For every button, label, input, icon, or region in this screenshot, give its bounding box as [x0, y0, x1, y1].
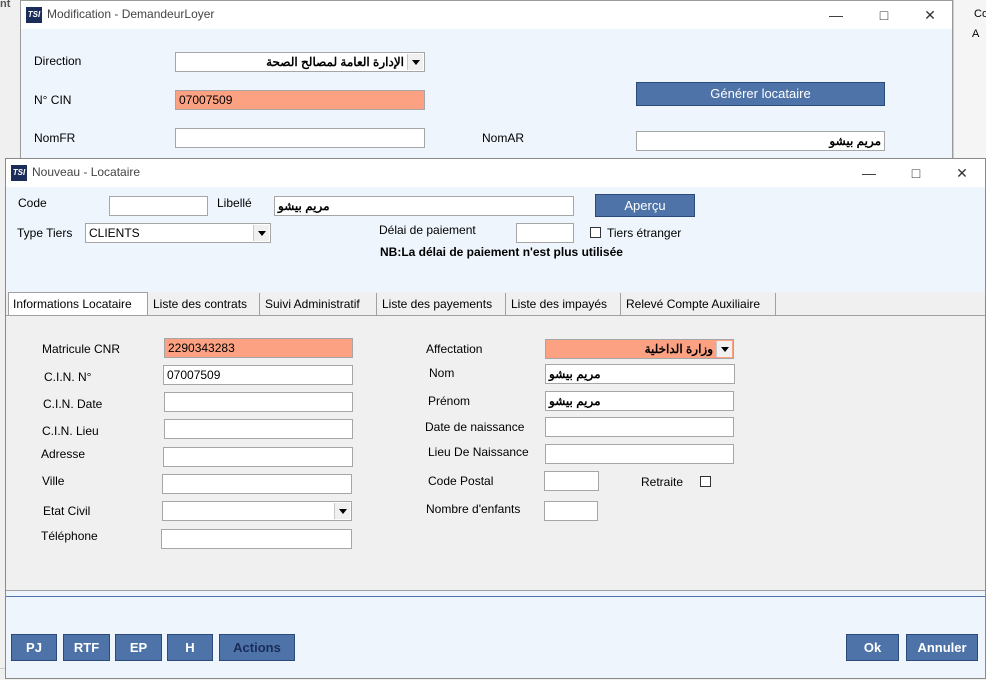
tab-suivi-administratif[interactable]: Suivi Administratif: [261, 293, 377, 315]
tab-releve-compte[interactable]: Relevé Compte Auxiliaire: [622, 293, 776, 315]
minimize-icon[interactable]: —: [846, 159, 892, 187]
maximize-icon[interactable]: □: [893, 159, 939, 187]
tiers-etranger-checkbox[interactable]: [590, 227, 601, 238]
generate-locataire-button[interactable]: Générer locataire: [636, 82, 885, 106]
cin-date-label: C.I.N. Date: [43, 397, 103, 411]
code-postal-field[interactable]: [544, 471, 599, 491]
apercu-button[interactable]: Aperçu: [595, 194, 695, 217]
tab-liste-contrats[interactable]: Liste des contrats: [149, 293, 260, 315]
cin-label: C.I.N. N°: [44, 370, 92, 384]
code-field[interactable]: [109, 196, 208, 216]
date-naissance-field[interactable]: [545, 417, 734, 437]
ville-field[interactable]: [162, 474, 352, 494]
background-window-title: Modification - DemandeurLoyer: [47, 7, 215, 21]
background-titlebar: TSI Modification - DemandeurLoyer — □ ✕: [21, 1, 952, 29]
retraite-label: Retraite: [641, 475, 684, 489]
libelle-label: Libellé: [217, 196, 252, 210]
direction-select[interactable]: الإدارة العامة لمصالح الصحة: [175, 52, 425, 72]
delai-note: NB:La délai de paiement n'est plus utili…: [380, 245, 623, 259]
affectation-select[interactable]: وزارة الداخلية: [545, 339, 734, 359]
delai-field[interactable]: [516, 223, 574, 243]
delai-label: Délai de paiement: [379, 223, 476, 237]
divider: [6, 596, 985, 597]
affectation-value: وزارة الداخلية: [644, 342, 713, 356]
chevron-down-icon[interactable]: [716, 341, 732, 357]
type-tiers-select[interactable]: CLIENTS: [85, 223, 271, 243]
pj-button[interactable]: PJ: [11, 634, 57, 661]
nomar-label: NomAR: [482, 131, 525, 145]
tab-liste-payements[interactable]: Liste des payements: [378, 293, 506, 315]
telephone-label: Téléphone: [41, 529, 98, 543]
chevron-down-icon[interactable]: [407, 54, 423, 70]
prenom-field[interactable]: مريم بيشو: [545, 391, 734, 411]
close-icon[interactable]: ✕: [939, 159, 985, 187]
tiers-etranger-label: Tiers étranger: [607, 226, 682, 240]
code-postal-label: Code Postal: [428, 474, 494, 488]
direction-label: Direction: [34, 54, 82, 68]
code-label: Code: [18, 196, 47, 210]
matricule-label: Matricule CNR: [42, 342, 121, 356]
annuler-button[interactable]: Annuler: [906, 634, 978, 661]
nomar-field[interactable]: مريم بيشو: [636, 131, 885, 151]
dialog-title: Nouveau - Locataire: [32, 165, 141, 179]
nom-label: Nom: [429, 366, 455, 380]
edge-text-right: Co: [974, 8, 986, 20]
date-naissance-label: Date de naissance: [425, 420, 525, 434]
etat-civil-label: Etat Civil: [43, 504, 91, 518]
dialog-titlebar: TSI Nouveau - Locataire — □ ✕: [6, 159, 985, 187]
app-logo-icon: TSI: [26, 7, 42, 23]
telephone-field[interactable]: [161, 529, 352, 549]
h-button[interactable]: H: [167, 634, 213, 661]
cin-lieu-field[interactable]: [164, 419, 353, 439]
edge-text: nt: [0, 0, 11, 10]
cin-label: N° CIN: [34, 93, 72, 107]
ok-button[interactable]: Ok: [846, 634, 899, 661]
cin-lieu-label: C.I.N. Lieu: [42, 424, 99, 438]
nomfr-label: NomFR: [34, 131, 76, 145]
ep-button[interactable]: EP: [115, 634, 162, 661]
nomfr-field[interactable]: [175, 128, 425, 148]
app-logo-icon: TSI: [11, 165, 27, 181]
cin-date-field[interactable]: [164, 392, 353, 412]
close-icon[interactable]: ✕: [907, 1, 953, 29]
actions-button[interactable]: Actions: [219, 634, 295, 661]
libelle-field[interactable]: مريم بيشو: [274, 196, 574, 216]
nom-value: مريم بيشو: [549, 367, 601, 381]
direction-value: الإدارة العامة لمصالح الصحة: [266, 55, 404, 69]
retraite-checkbox[interactable]: [700, 476, 711, 487]
libelle-value: مريم بيشو: [278, 199, 330, 213]
chevron-down-icon[interactable]: [253, 225, 269, 241]
lieu-naissance-field[interactable]: [545, 444, 734, 464]
minimize-icon[interactable]: —: [813, 1, 859, 29]
matricule-field[interactable]: 2290343283: [164, 338, 353, 358]
ville-label: Ville: [42, 474, 65, 488]
type-tiers-value: CLIENTS: [89, 226, 140, 240]
cin-field[interactable]: 07007509: [175, 90, 425, 110]
nombre-enfants-field[interactable]: [544, 501, 598, 521]
background-app-right-edge: Co A: [953, 0, 986, 160]
chevron-down-icon[interactable]: [334, 503, 350, 519]
affectation-label: Affectation: [426, 342, 483, 356]
tab-liste-impayes[interactable]: Liste des impayés: [507, 293, 621, 315]
cin-field[interactable]: 07007509: [163, 365, 353, 385]
maximize-icon[interactable]: □: [861, 1, 907, 29]
rtf-button[interactable]: RTF: [63, 634, 110, 661]
nombre-enfants-label: Nombre d'enfants: [426, 502, 521, 516]
prenom-value: مريم بيشو: [549, 394, 601, 408]
tab-informations-locataire[interactable]: Informations Locataire: [8, 292, 148, 316]
adresse-field[interactable]: [163, 447, 353, 467]
prenom-label: Prénom: [428, 394, 471, 408]
nom-field[interactable]: مريم بيشو: [545, 364, 735, 384]
type-tiers-label: Type Tiers: [17, 226, 73, 240]
etat-civil-select[interactable]: [162, 501, 352, 521]
adresse-label: Adresse: [41, 447, 86, 461]
background-window: TSI Modification - DemandeurLoyer — □ ✕ …: [20, 0, 953, 160]
lieu-naissance-label: Lieu De Naissance: [428, 445, 529, 459]
edge-text-right-2: A: [972, 28, 980, 40]
